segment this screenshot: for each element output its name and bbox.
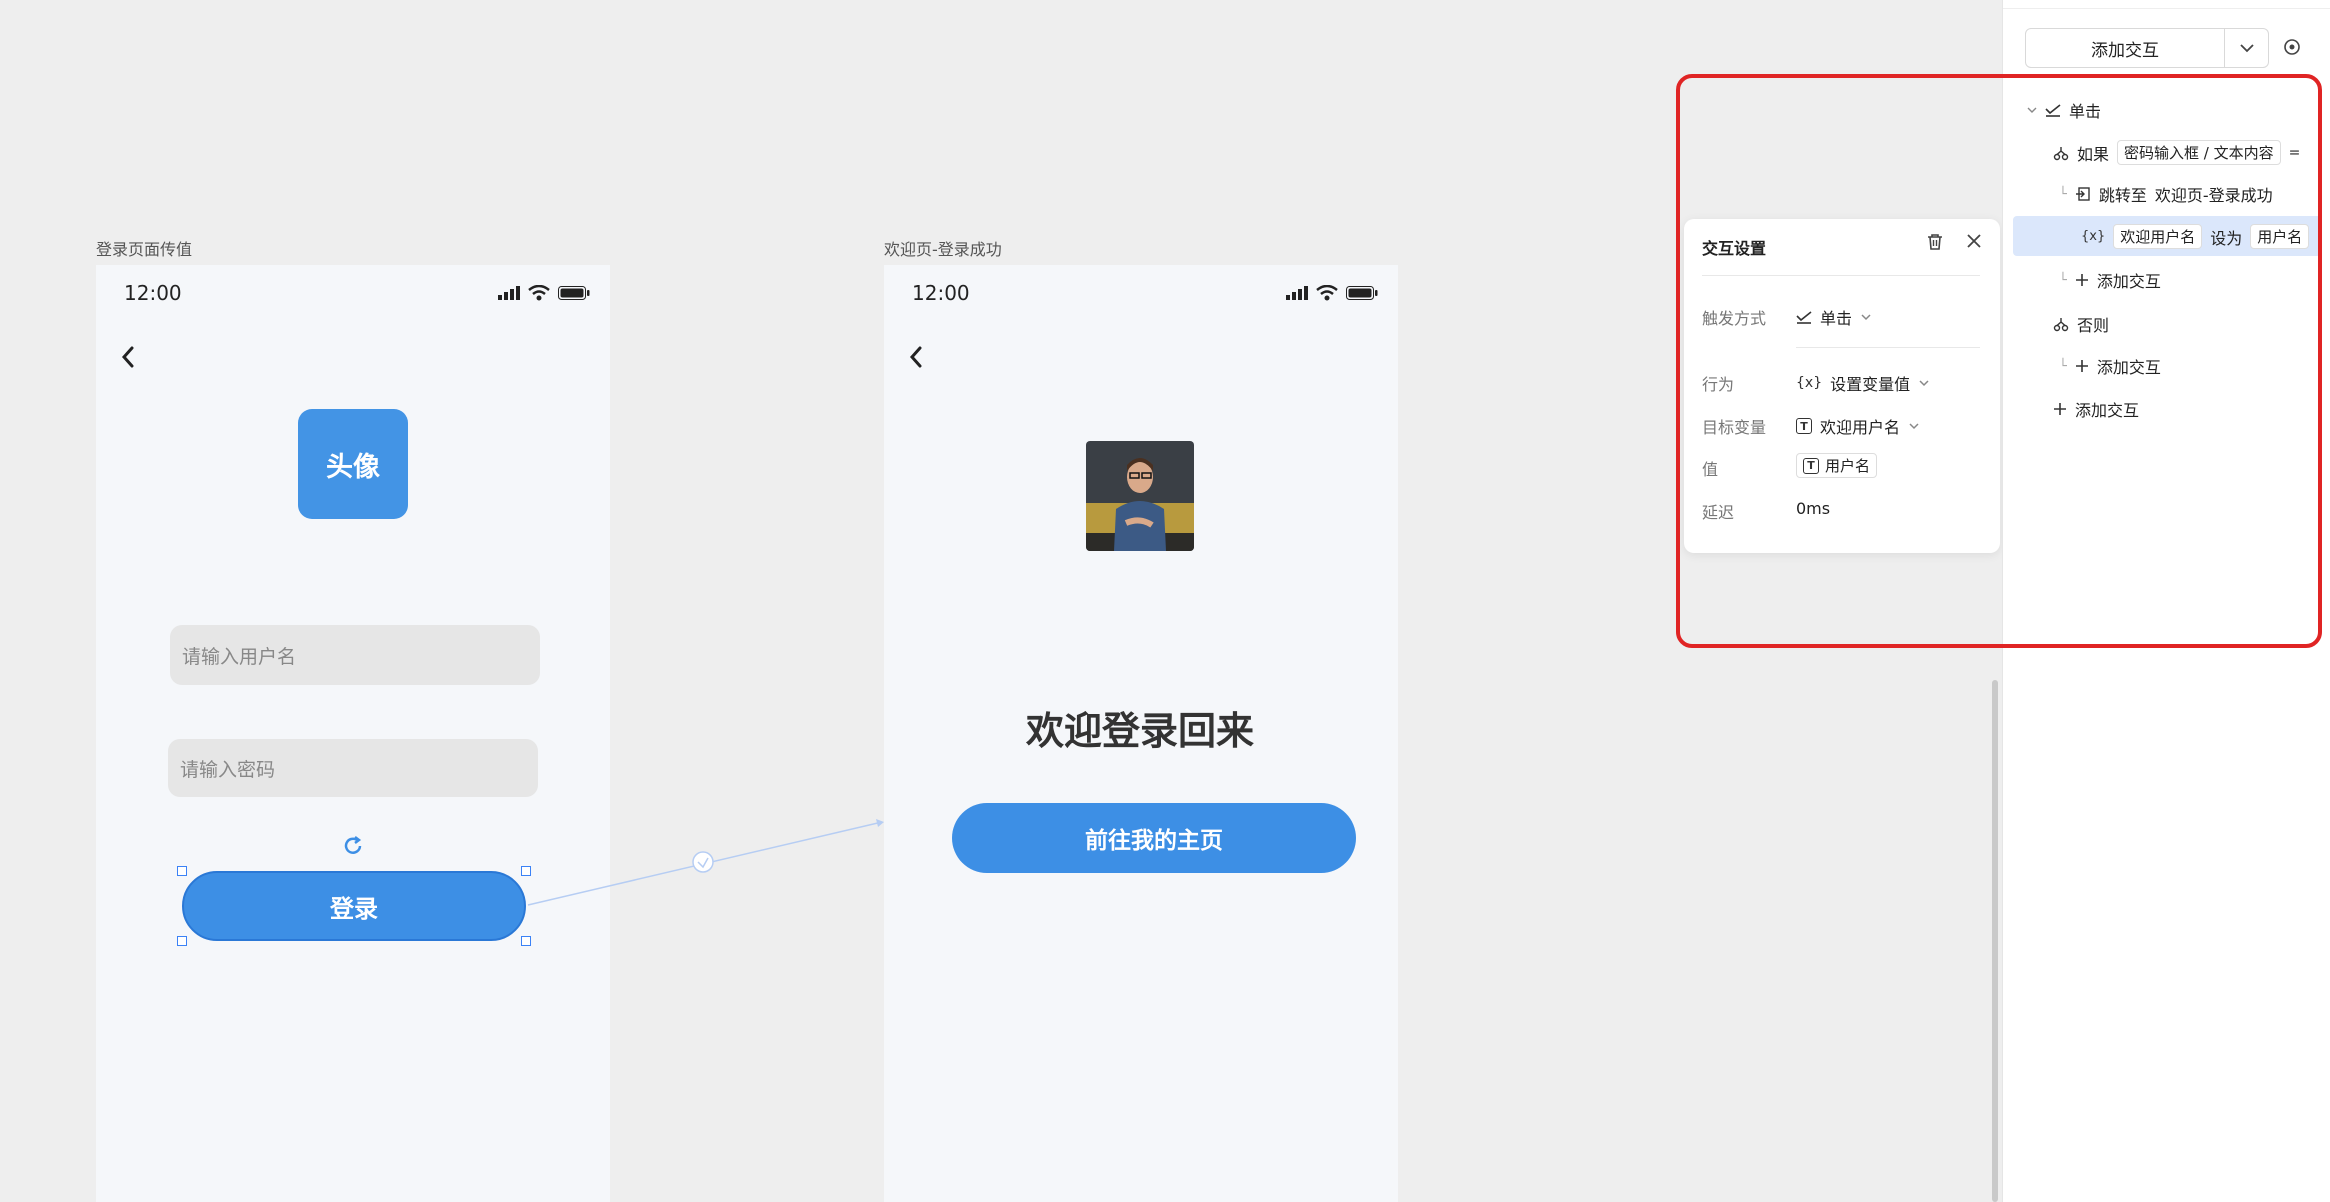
eye-icon[interactable] [2283,38,2301,56]
canvas-scrollbar[interactable] [1992,680,1998,1202]
branch-line: └ [2059,186,2067,202]
text-variable-icon: T [1803,457,1819,474]
frame-label-welcome[interactable]: 欢迎页-登录成功 [884,236,1002,260]
value-field[interactable]: T 用户名 [1796,453,1878,478]
wifi-icon [1316,285,1338,301]
battery-icon [1346,286,1378,300]
else-label: 否则 [2077,316,2110,335]
setvar-to-label: 设为 [2210,228,2243,248]
tree-setvar-row[interactable]: {x} 欢迎用户名 设为 用户名 [2081,224,2310,249]
if-label: 如果 [2077,144,2110,164]
signal-icon [1286,286,1308,300]
add-else-label: 添加交互 [2096,358,2161,377]
jump-target: 欢迎页-登录成功 [2154,186,2273,205]
chevron-down-icon [2027,107,2037,113]
branch-line: └ [2059,272,2067,288]
user-photo[interactable] [1086,441,1194,551]
action-select[interactable]: {x} 设置变量值 [1796,371,1930,395]
if-operator: = [2288,144,2301,161]
click-trigger-icon [2045,104,2061,117]
trigger-select[interactable]: 单击 [1796,305,1872,329]
plus-icon [2075,274,2088,286]
jump-icon [2075,187,2090,201]
branch-line: └ [2059,358,2067,374]
delay-value: 0ms [1796,499,1831,518]
action-value: 设置变量值 [1830,375,1911,394]
value-chip-text: 用户名 [1825,457,1871,475]
target-label: 目标变量 [1702,418,1767,437]
back-icon[interactable] [908,345,924,369]
tree-add-root-row[interactable]: 添加交互 [2053,397,2139,421]
chevron-down-icon [1909,423,1919,430]
trash-icon[interactable] [1926,233,1944,251]
delay-label: 延迟 [1702,503,1735,522]
popover-title: 交互设置 [1702,239,1767,258]
value-label: 值 [1702,460,1719,479]
tree-else-row[interactable]: 否则 [2053,312,2109,336]
chevron-down-icon [1919,380,1929,387]
condition-icon [2053,318,2069,332]
add-root-label: 添加交互 [2075,401,2140,420]
target-select[interactable]: T 欢迎用户名 [1796,414,1920,438]
variable-icon: {x} [2081,229,2106,244]
home-button[interactable]: 前往我的主页 [952,803,1356,873]
welcome-title[interactable]: 欢迎登录回来 [884,700,1396,755]
if-condition-chip[interactable]: 密码输入框 / 文本内容 [2117,140,2281,165]
tree-add-inner-row[interactable]: └ 添加交互 [2059,268,2161,292]
plus-icon [2075,360,2088,372]
target-value: 欢迎用户名 [1820,418,1901,437]
chevron-down-icon [1861,314,1871,321]
add-interaction-dropdown[interactable] [2225,28,2269,68]
tree-event-label: 单击 [2069,102,2102,121]
status-icons [1286,285,1378,301]
variable-icon: {x} [1796,375,1823,391]
add-interaction-button[interactable]: 添加交互 [2025,28,2225,68]
action-label: 行为 [1702,375,1735,394]
interaction-panel: 添加交互 单击 如果 密码输入框 / 文本内容 = └ 跳转至 欢迎页-登录成功… [2002,0,2330,1202]
status-time: 12:00 [912,281,970,305]
welcome-page-frame[interactable]: 12:00 欢迎登录回来 前往我的主页 [884,265,1398,1202]
trigger-label: 触发方式 [1702,309,1767,328]
add-inner-label: 添加交互 [2096,272,2161,291]
plus-icon [2054,403,2066,415]
setvar-target-chip[interactable]: 欢迎用户名 [2113,224,2203,249]
tree-if-row[interactable]: 如果 密码输入框 / 文本内容 = [2053,140,2300,165]
trigger-value: 单击 [1820,309,1853,328]
jump-label: 跳转至 [2098,186,2147,205]
tree-jump-row[interactable]: └ 跳转至 欢迎页-登录成功 [2059,182,2273,206]
tree-event-row[interactable]: 单击 [2027,98,2101,122]
setvar-value-chip[interactable]: 用户名 [2250,224,2310,249]
close-icon[interactable] [1966,233,1982,249]
condition-icon [2053,146,2069,160]
text-variable-icon: T [1796,418,1812,434]
tree-add-else-row[interactable]: └ 添加交互 [2059,354,2161,378]
interaction-settings-popover[interactable]: 交互设置 触发方式 单击 行为 {x} 设置变量值 目标变量 T 欢迎用户名 值… [1684,219,2000,553]
delay-input[interactable]: 0ms [1796,499,1830,518]
chevron-down-icon [2239,44,2254,53]
click-trigger-icon [1796,311,1812,324]
